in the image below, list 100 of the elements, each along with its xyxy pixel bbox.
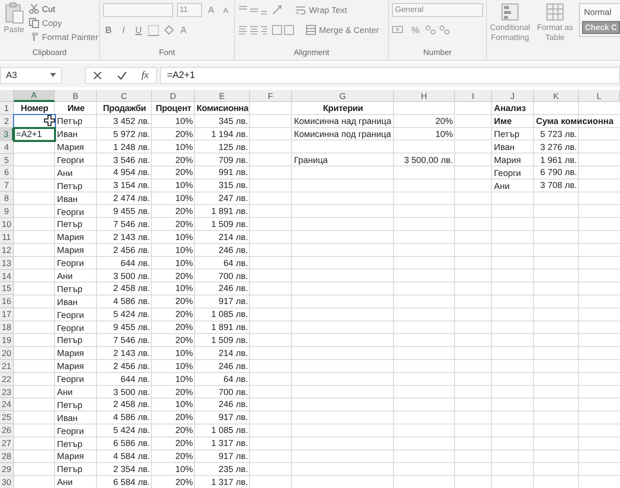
table-cell-text: Процент bbox=[154, 102, 192, 115]
table-cell-text: Георги bbox=[493, 166, 522, 180]
row-header[interactable]: 20 bbox=[0, 346, 14, 360]
row-header[interactable]: 24 bbox=[0, 398, 14, 412]
table-cell-text: 64 лв. bbox=[222, 256, 249, 270]
insert-function-button[interactable]: fx bbox=[141, 70, 149, 80]
table-cell-text: 1 891 лв. bbox=[210, 205, 249, 218]
table-cell-text: 20% bbox=[174, 476, 194, 488]
wrap-text-button[interactable]: Wrap Text bbox=[296, 4, 347, 16]
column-header[interactable]: C bbox=[97, 90, 152, 102]
table-cell-text: 700 лв. bbox=[218, 386, 249, 398]
normal-style[interactable]: Normal bbox=[582, 6, 614, 18]
currency-icon[interactable] bbox=[392, 25, 406, 35]
grow-font-button[interactable]: A bbox=[206, 5, 216, 15]
format-painter-button[interactable]: Format Painter bbox=[29, 30, 98, 43]
bar-list-icon bbox=[500, 3, 519, 21]
row-header[interactable]: 6 bbox=[0, 166, 14, 180]
table-cell-text: Георги bbox=[56, 373, 85, 386]
row-header[interactable]: 30 bbox=[0, 476, 14, 488]
table-cell-text: 644 лв. bbox=[120, 256, 151, 270]
formula-input[interactable]: =A2+1 bbox=[160, 66, 620, 84]
select-all-corner[interactable] bbox=[0, 90, 14, 102]
table-cell-text: 709 лв. bbox=[218, 154, 249, 166]
table-cell-text: 20% bbox=[174, 308, 194, 322]
row-header[interactable]: 8 bbox=[0, 192, 14, 206]
cancel-icon[interactable] bbox=[93, 70, 102, 80]
decimal-icon[interactable] bbox=[424, 25, 451, 35]
row-header[interactable]: 27 bbox=[0, 437, 14, 450]
row-header[interactable]: 5 bbox=[0, 154, 14, 166]
table-cell-text: 5 972 лв. bbox=[112, 128, 151, 141]
table-cell-text: Комисионна bbox=[196, 102, 250, 115]
column-header[interactable]: E bbox=[195, 90, 250, 102]
table-cell-text: 246 лв. bbox=[218, 360, 249, 373]
name-box[interactable]: A3 bbox=[0, 66, 62, 84]
row-header[interactable]: 14 bbox=[0, 270, 14, 282]
table-cell-text: Мария bbox=[56, 360, 85, 373]
table-cell-text: 20% bbox=[434, 114, 454, 128]
table-cell-text: 1 891 лв. bbox=[210, 321, 249, 334]
checkmark-icon[interactable] bbox=[116, 70, 127, 80]
column-header[interactable]: H bbox=[394, 90, 455, 102]
row-header[interactable]: 23 bbox=[0, 386, 14, 398]
row-header[interactable]: 25 bbox=[0, 411, 14, 424]
font-size-dropdown[interactable]: 11 bbox=[176, 3, 202, 17]
table-cell-text: 2 458 лв. bbox=[112, 282, 151, 296]
column-header[interactable]: J bbox=[492, 90, 534, 102]
column-header[interactable]: G bbox=[292, 90, 394, 102]
row-header[interactable]: 10 bbox=[0, 218, 14, 231]
align-top-icon[interactable] bbox=[238, 5, 268, 15]
orientation-icon[interactable] bbox=[272, 5, 284, 15]
row-header[interactable]: 26 bbox=[0, 424, 14, 438]
table-cell-text: Георги bbox=[56, 322, 85, 334]
table-cell-text: 6 790 лв. bbox=[539, 166, 578, 180]
row-header[interactable]: 17 bbox=[0, 308, 14, 322]
column-header[interactable]: L bbox=[579, 90, 620, 102]
row-header[interactable]: 18 bbox=[0, 321, 14, 334]
row-header[interactable]: 9 bbox=[0, 205, 14, 218]
row-header[interactable]: 28 bbox=[0, 450, 14, 463]
table-cell-text: 1 961 лв. bbox=[539, 154, 578, 166]
row-header[interactable]: 15 bbox=[0, 282, 14, 296]
table-cell-text: Продажби bbox=[102, 102, 147, 115]
row-header[interactable]: 16 bbox=[0, 295, 14, 308]
row-header[interactable]: 11 bbox=[0, 230, 14, 244]
row-header[interactable]: 12 bbox=[0, 244, 14, 257]
table-cell-text: Ани bbox=[56, 166, 74, 180]
table-cell-text: Мария bbox=[56, 231, 85, 244]
indent-icon[interactable] bbox=[272, 25, 294, 35]
column-header[interactable]: B bbox=[55, 90, 97, 102]
row-header[interactable]: 13 bbox=[0, 256, 14, 270]
row-header[interactable]: 29 bbox=[0, 462, 14, 476]
column-header[interactable]: K bbox=[534, 90, 579, 102]
row-header[interactable]: 19 bbox=[0, 334, 14, 347]
borders-icon[interactable] bbox=[148, 24, 159, 36]
row-header[interactable]: 21 bbox=[0, 360, 14, 373]
row-header[interactable]: 4 bbox=[0, 140, 14, 154]
table-cell-text: 10% bbox=[174, 346, 194, 360]
format-as-table-button[interactable]: Format as Table bbox=[534, 3, 576, 60]
table-cell-text: 345 лв. bbox=[218, 114, 249, 128]
fill-color-icon[interactable] bbox=[163, 24, 174, 36]
font-name-dropdown[interactable] bbox=[103, 3, 173, 17]
table-icon bbox=[546, 3, 564, 21]
merge-center-button[interactable]: Merge & Center bbox=[306, 24, 379, 36]
column-header[interactable]: D bbox=[152, 90, 195, 102]
cut-button[interactable]: Cut bbox=[29, 2, 98, 15]
table-cell-text: Георги bbox=[56, 154, 85, 166]
row-header[interactable]: 1 bbox=[0, 102, 14, 115]
row-header[interactable]: 22 bbox=[0, 372, 14, 386]
align-left-icon[interactable] bbox=[238, 25, 268, 35]
column-header[interactable]: F bbox=[250, 90, 292, 102]
row-header[interactable]: 7 bbox=[0, 179, 14, 192]
column-header[interactable]: I bbox=[455, 90, 492, 102]
table-cell-text: 20% bbox=[174, 128, 194, 141]
percent-button[interactable]: % bbox=[410, 25, 421, 35]
copy-button[interactable]: Copy bbox=[29, 16, 98, 29]
column-header[interactable]: A bbox=[14, 90, 55, 102]
table-cell-text: Анализ bbox=[493, 102, 527, 115]
conditional-formatting-button[interactable]: Conditional Formatting bbox=[488, 3, 531, 60]
number-format-dropdown[interactable]: General bbox=[392, 3, 483, 17]
table-cell-text: Номер bbox=[20, 102, 50, 115]
table-cell-text: Комисинна под граница bbox=[293, 128, 392, 141]
caret-icon bbox=[50, 73, 56, 77]
